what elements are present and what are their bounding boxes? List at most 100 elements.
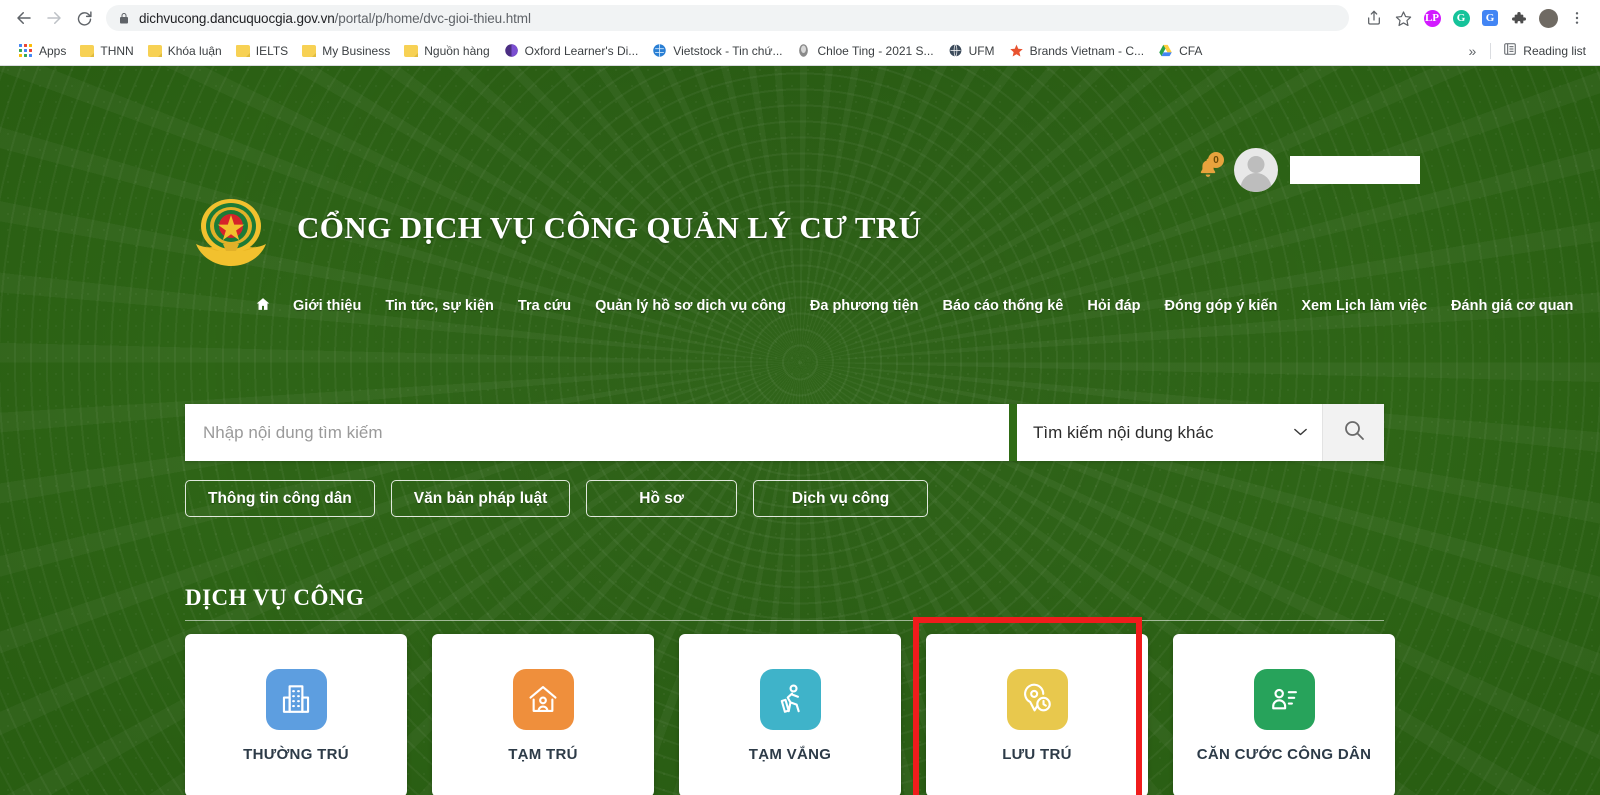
extensions-puzzle-icon[interactable] — [1506, 5, 1532, 31]
house-person-icon — [512, 668, 574, 730]
extension-grammarly-icon[interactable]: G — [1448, 5, 1474, 31]
bookmark-my-business[interactable]: My Business — [295, 41, 397, 61]
bookmarks-bar: Apps THNN Khóa luận IELTS My Business Ng… — [0, 36, 1600, 65]
bookmark-label: Nguồn hàng — [424, 43, 490, 58]
services-section-header: DỊCH VỤ CÔNG — [185, 585, 1384, 621]
share-icon[interactable] — [1361, 5, 1387, 31]
notification-button[interactable]: 0 — [1196, 152, 1224, 185]
bookmark-label: Khóa luận — [167, 43, 222, 58]
bookmark-brands-vietnam[interactable]: Brands Vietnam - C... — [1002, 40, 1152, 61]
forward-arrow-icon[interactable] — [40, 4, 68, 32]
page-body: 0 CỔNG DỊCH VỤ CÔNG QUẢN LÝ CƯ TRÚ Giới … — [0, 66, 1600, 795]
nav-item-bao-cao-thong-ke[interactable]: Báo cáo thống kê — [931, 295, 1076, 317]
location-clock-icon — [1006, 668, 1068, 730]
bookmark-chloe-ting[interactable]: Chloe Ting - 2021 S... — [789, 40, 940, 61]
oxford-favicon — [504, 43, 519, 58]
reload-icon[interactable] — [70, 4, 98, 32]
extension-google-translate-icon[interactable]: G — [1477, 5, 1503, 31]
nav-item-danh-gia-co-quan[interactable]: Đánh giá cơ quan — [1439, 295, 1585, 317]
vietstock-favicon — [652, 43, 667, 58]
brandsvietnam-favicon — [1009, 43, 1024, 58]
nav-item-tin-tuc[interactable]: Tin tức, sự kiện — [373, 295, 506, 317]
nav-item-hoi-dap[interactable]: Hỏi đáp — [1075, 295, 1152, 317]
bookmark-thnn[interactable]: THNN — [73, 41, 140, 61]
bookmark-label: My Business — [322, 43, 391, 58]
nav-home[interactable] — [255, 293, 281, 319]
nav-item-gioi-thieu[interactable]: Giới thiệu — [281, 295, 373, 317]
folder-icon — [235, 44, 250, 57]
bookmark-oxford[interactable]: Oxford Learner's Di... — [497, 40, 646, 61]
service-card-label: THƯỜNG TRÚ — [243, 745, 349, 763]
nav-item-tra-cuu[interactable]: Tra cứu — [506, 295, 583, 317]
notification-badge: 0 — [1208, 152, 1224, 168]
bookmark-vietstock[interactable]: Vietstock - Tin chứ... — [645, 40, 789, 61]
quick-link-thong-tin-cong-dan[interactable]: Thông tin công dân — [185, 480, 375, 517]
reading-list-button[interactable]: Reading list — [1497, 39, 1592, 62]
service-card-tam-tru[interactable]: TẠM TRÚ — [432, 634, 654, 795]
search-input[interactable] — [185, 404, 1009, 461]
id-card-icon — [1253, 668, 1315, 730]
bookmark-nguon-hang[interactable]: Nguồn hàng — [397, 41, 496, 61]
service-card-tam-vang[interactable]: TẠM VẮNG — [679, 634, 901, 795]
service-card-can-cuoc-cong-dan[interactable]: CĂN CƯỚC CÔNG DÂN — [1173, 634, 1395, 795]
user-name-field[interactable] — [1290, 156, 1420, 184]
search-icon — [1342, 418, 1366, 447]
account-bar: 0 — [1196, 148, 1420, 192]
service-card-label: TẠM VẮNG — [748, 745, 832, 763]
ufm-favicon — [948, 43, 963, 58]
service-card-luu-tru[interactable]: LƯU TRÚ — [926, 634, 1148, 795]
services-card-grid: THƯỜNG TRÚ TẠM TRÚ TẠM VẮNG LƯU TRÚ CĂN … — [185, 634, 1395, 795]
building-icon — [265, 668, 327, 730]
quick-link-van-ban-phap-luat[interactable]: Văn bản pháp luật — [390, 480, 571, 517]
service-card-thuong-tru[interactable]: THƯỜNG TRÚ — [185, 634, 407, 795]
browser-toolbar: dichvucong.dancuquocgia.gov.vn/portal/p/… — [0, 0, 1600, 36]
bookmarks-overflow-button[interactable]: » — [1461, 43, 1485, 59]
service-card-label: TẠM TRÚ — [508, 745, 578, 763]
url-domain: dichvucong.dancuquocgia.gov.vn — [139, 10, 335, 26]
lock-icon — [118, 12, 130, 25]
nav-item-dong-gop-y-kien[interactable]: Đóng góp ý kiến — [1153, 295, 1290, 317]
bookmark-star-icon[interactable] — [1390, 5, 1416, 31]
nav-item-xem-lich-lam-viec[interactable]: Xem Lịch làm việc — [1289, 295, 1439, 317]
bookmark-label: Oxford Learner's Di... — [524, 43, 639, 58]
vietnam-public-security-emblem — [183, 186, 279, 270]
chrome-menu-icon[interactable] — [1564, 5, 1590, 31]
extension-lastpass-icon[interactable]: LP — [1419, 5, 1445, 31]
google-drive-favicon — [1158, 43, 1173, 58]
folder-icon — [147, 44, 162, 57]
quick-link-dich-vu-cong[interactable]: Dịch vụ công — [752, 480, 929, 517]
address-bar[interactable]: dichvucong.dancuquocgia.gov.vn/portal/p/… — [106, 5, 1349, 31]
chloeting-favicon — [796, 43, 811, 58]
avatar[interactable] — [1234, 148, 1278, 192]
bookmark-apps[interactable]: Apps — [12, 41, 73, 61]
site-brand[interactable]: CỔNG DỊCH VỤ CÔNG QUẢN LÝ CƯ TRÚ — [183, 186, 922, 270]
reading-list-label: Reading list — [1523, 43, 1586, 58]
search-divider — [1009, 404, 1017, 461]
url-path: /portal/p/home/dvc-gioi-thieu.html — [334, 10, 531, 26]
search-scope-select[interactable]: Tìm kiếm nội dung khác — [1017, 404, 1322, 461]
nav-item-quan-ly-ho-so[interactable]: Quản lý hồ sơ dịch vụ công — [583, 295, 798, 317]
nav-item-da-phuong-tien[interactable]: Đa phương tiện — [798, 295, 931, 317]
bookmark-label: IELTS — [255, 43, 289, 58]
section-divider — [185, 620, 1384, 621]
bookmark-ielts[interactable]: IELTS — [229, 41, 295, 61]
back-arrow-icon[interactable] — [10, 4, 38, 32]
services-heading: DỊCH VỤ CÔNG — [185, 585, 365, 610]
search-submit-button[interactable] — [1322, 404, 1384, 461]
folder-icon — [404, 44, 419, 57]
bookmark-khoa-luan[interactable]: Khóa luận — [141, 41, 229, 61]
bookmark-ufm[interactable]: UFM — [941, 40, 1002, 61]
person-walking-icon — [759, 668, 821, 730]
bookmark-label: Vietstock - Tin chứ... — [673, 43, 783, 58]
bookmark-label: CFA — [1179, 43, 1203, 58]
search-scope-value: Tìm kiếm nội dung khác — [1033, 422, 1214, 442]
quick-link-ho-so[interactable]: Hồ sơ — [586, 480, 737, 517]
bookmark-cfa[interactable]: CFA — [1151, 40, 1209, 61]
bookmark-label: THNN — [100, 43, 134, 58]
url-text: dichvucong.dancuquocgia.gov.vn/portal/p/… — [139, 11, 531, 26]
avatar-body — [1240, 172, 1272, 192]
toolbar-icon-group: LP G G — [1357, 5, 1590, 31]
profile-avatar-icon[interactable] — [1535, 5, 1561, 31]
page-title: CỔNG DỊCH VỤ CÔNG QUẢN LÝ CƯ TRÚ — [297, 210, 922, 245]
bookmark-label: Chloe Ting - 2021 S... — [817, 43, 934, 58]
